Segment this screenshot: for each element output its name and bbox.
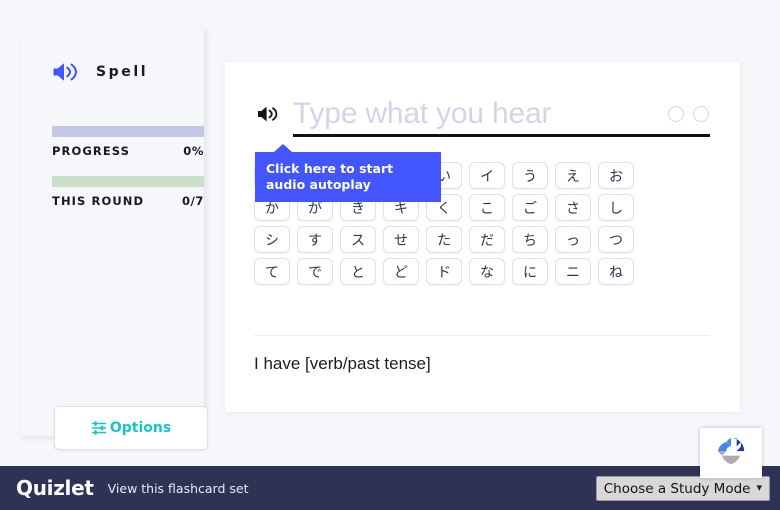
prompt-text: I have [verb/past tense] xyxy=(254,354,431,373)
character-row: て で と ど ド な に ニ ね xyxy=(254,258,714,285)
sidebar-content: Spell PROGRESS 0% THIS ROUND 0/7 Options xyxy=(20,28,208,450)
progress-value: 0% xyxy=(183,144,204,158)
progress-label: PROGRESS xyxy=(52,144,131,158)
page-title: Spell xyxy=(96,64,149,80)
study-mode-label: Choose a Study Mode xyxy=(603,480,751,497)
character-key[interactable]: た xyxy=(426,226,462,253)
character-key[interactable]: ど xyxy=(383,258,419,285)
chevron-down-icon: ▾ xyxy=(756,482,762,494)
progress-meter: PROGRESS 0% xyxy=(52,126,204,158)
recaptcha-badge[interactable] xyxy=(700,428,762,478)
character-key[interactable]: え xyxy=(555,162,591,189)
speaker-icon[interactable] xyxy=(257,104,279,124)
options-button-label: Options xyxy=(109,420,172,436)
study-mode-select[interactable]: Choose a Study Mode ▾ xyxy=(595,476,770,501)
this-round-label: THIS ROUND xyxy=(52,194,145,208)
answer-input-underline xyxy=(293,134,710,137)
answer-input-row: Type what you hear xyxy=(257,90,709,138)
recaptcha-icon xyxy=(714,434,748,473)
this-round-value: 0/7 xyxy=(181,194,204,208)
character-key[interactable]: だ xyxy=(469,226,505,253)
quizlet-spell-app: Spell PROGRESS 0% THIS ROUND 0/7 Options… xyxy=(0,0,780,510)
autoplay-tooltip[interactable]: Click here to start audio autoplay xyxy=(255,144,441,202)
view-flashcard-set-link[interactable]: View this flashcard set xyxy=(108,481,249,496)
character-key[interactable]: イ xyxy=(469,162,505,189)
autoplay-tooltip-text: Click here to start audio autoplay xyxy=(266,161,394,192)
bottom-bar-content: Quizlet View this flashcard set Choose a… xyxy=(16,466,770,510)
character-key[interactable]: う xyxy=(512,162,548,189)
answer-progress-dots xyxy=(668,106,709,122)
character-key[interactable]: ね xyxy=(598,258,634,285)
this-round-meter-row: THIS ROUND 0/7 xyxy=(52,194,204,208)
speaker-icon xyxy=(52,60,80,84)
character-key[interactable]: で xyxy=(297,258,333,285)
character-key[interactable]: さ xyxy=(555,194,591,221)
character-key[interactable]: つ xyxy=(598,226,634,253)
progress-meter-row: PROGRESS 0% xyxy=(52,144,204,158)
answer-input[interactable]: Type what you hear xyxy=(293,97,660,131)
sidebar-panel: Spell PROGRESS 0% THIS ROUND 0/7 Options xyxy=(20,28,208,450)
answer-dot xyxy=(668,106,684,122)
character-key[interactable]: シ xyxy=(254,226,290,253)
character-key[interactable]: お xyxy=(598,162,634,189)
character-key[interactable]: ち xyxy=(512,226,548,253)
character-key[interactable]: っ xyxy=(555,226,591,253)
character-row: シ す ス せ た だ ち っ つ xyxy=(254,226,714,253)
character-key[interactable]: に xyxy=(512,258,548,285)
character-key[interactable]: て xyxy=(254,258,290,285)
character-key[interactable]: と xyxy=(340,258,376,285)
this-round-bar xyxy=(52,176,204,187)
quizlet-logo: Quizlet xyxy=(16,476,94,500)
character-key[interactable]: せ xyxy=(383,226,419,253)
bottom-bar: Quizlet View this flashcard set Choose a… xyxy=(0,466,780,510)
study-card: Type what you hear ぱ ぴ ぷ あ い イ う え お か が xyxy=(225,62,740,412)
character-key[interactable]: こ xyxy=(469,194,505,221)
answer-dot xyxy=(693,106,709,122)
character-key[interactable]: す xyxy=(297,226,333,253)
study-mode-header: Spell xyxy=(52,60,148,84)
character-key[interactable]: ス xyxy=(340,226,376,253)
character-key[interactable]: し xyxy=(598,194,634,221)
options-button[interactable]: Options xyxy=(54,406,208,450)
character-key[interactable]: ニ xyxy=(555,258,591,285)
progress-bar xyxy=(52,126,204,137)
sliders-icon xyxy=(91,420,107,436)
tooltip-arrow xyxy=(274,144,292,152)
character-key[interactable]: な xyxy=(469,258,505,285)
this-round-meter: THIS ROUND 0/7 xyxy=(52,176,204,208)
card-divider xyxy=(254,335,710,336)
character-key[interactable]: ご xyxy=(512,194,548,221)
character-key[interactable]: ド xyxy=(426,258,462,285)
